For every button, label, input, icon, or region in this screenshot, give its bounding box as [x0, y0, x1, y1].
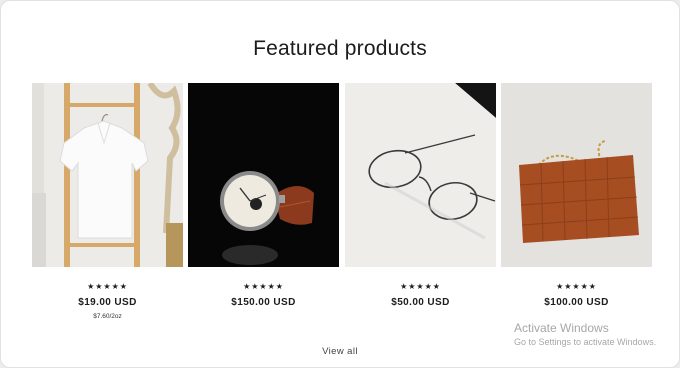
rating-stars: ★★★★★	[556, 282, 597, 291]
product-price: $150.00 USD	[231, 297, 296, 308]
product-image-shirt[interactable]	[32, 83, 183, 267]
featured-products-section: Featured products ★★★★★ $19.00 USD $7.60…	[0, 0, 680, 368]
product-card[interactable]: ★★★★★ $100.00 USD	[501, 83, 652, 308]
windows-activation-watermark: Activate Windows Go to Settings to activ…	[514, 321, 656, 347]
view-all-link[interactable]: View all	[1, 346, 679, 357]
section-title: Featured products	[253, 37, 427, 60]
product-card[interactable]: ★★★★★ $19.00 USD $7.60/2oz	[32, 83, 183, 320]
product-image-glasses[interactable]	[345, 83, 496, 267]
product-price: $100.00 USD	[544, 297, 609, 308]
watermark-line2: Go to Settings to activate Windows.	[514, 337, 657, 347]
product-image-watch[interactable]	[188, 83, 339, 267]
watermark-line1: Activate Windows	[514, 321, 609, 335]
product-price: $19.00 USD	[78, 297, 137, 308]
rating-stars: ★★★★★	[243, 282, 284, 291]
product-card[interactable]: ★★★★★ $50.00 USD	[345, 83, 496, 308]
unit-price: $7.60/2oz	[93, 313, 122, 320]
product-price: $50.00 USD	[391, 297, 450, 308]
rating-stars: ★★★★★	[87, 282, 128, 291]
product-card[interactable]: ★★★★★ $150.00 USD	[188, 83, 339, 308]
product-image-bag[interactable]	[501, 83, 652, 267]
rating-stars: ★★★★★	[400, 282, 441, 291]
